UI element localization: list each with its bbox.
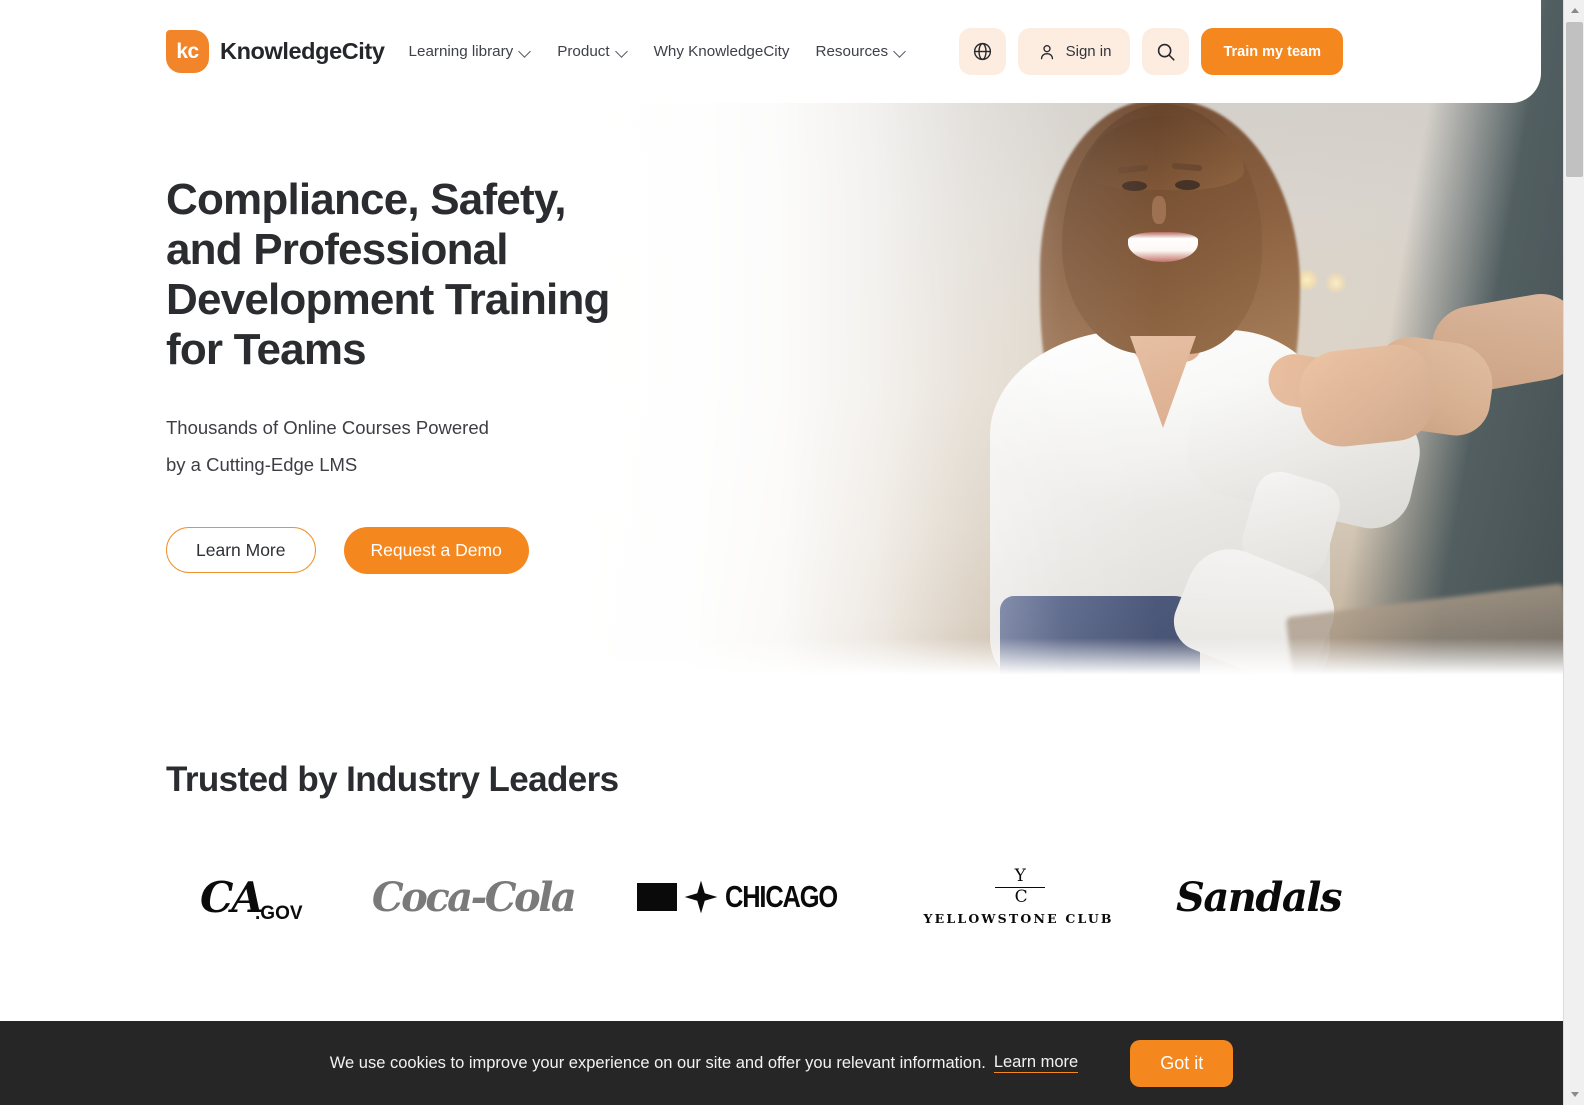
request-demo-button[interactable]: Request a Demo — [343, 527, 529, 574]
nav-label: Why KnowledgeCity — [653, 43, 790, 60]
chicago-logo-text: CHICAGO — [724, 879, 838, 914]
main-navigation: Learning library Product Why KnowledgeCi… — [409, 43, 907, 60]
cookie-accept-button[interactable]: Got it — [1130, 1039, 1234, 1087]
sandals-logo-text: Sandals — [1175, 873, 1343, 921]
scrollbar-thumb[interactable] — [1566, 22, 1583, 177]
nav-item-resources[interactable]: Resources — [815, 43, 906, 60]
search-button[interactable] — [1142, 28, 1190, 75]
language-selector-button[interactable] — [958, 28, 1006, 75]
train-my-team-button[interactable]: Train my team — [1201, 28, 1343, 75]
yellowstone-mark-bottom: C — [1014, 887, 1028, 907]
learn-more-button[interactable]: Learn More — [166, 527, 316, 573]
ca-gov-logo: CA.GOV — [200, 862, 310, 932]
cookie-message: We use cookies to improve your experienc… — [329, 1053, 986, 1072]
chevron-down-icon — [520, 46, 531, 57]
cookie-learn-more-link[interactable]: Learn more — [993, 1053, 1079, 1073]
sandals-logo: Sandals — [1175, 862, 1343, 932]
nav-item-product[interactable]: Product — [557, 43, 627, 60]
nav-label: Learning library — [408, 43, 514, 60]
nav-label: Product — [557, 43, 610, 60]
chicago-logo: CHICAGO — [636, 862, 862, 932]
brand-logo[interactable]: kc KnowledgeCity — [166, 30, 385, 73]
sign-in-button[interactable]: Sign in — [1017, 28, 1131, 75]
brand-name: KnowledgeCity — [220, 38, 385, 64]
hero-cta-group: Learn More Request a Demo — [166, 527, 610, 574]
kc-logo-icon: kc — [166, 30, 209, 73]
yellowstone-monogram-icon: Y C — [989, 868, 1049, 908]
page-root: kc KnowledgeCity Learning library Produc… — [0, 0, 1584, 1105]
chevron-down-icon — [617, 46, 628, 57]
coca-cola-logo: Coca-Cola — [371, 862, 577, 932]
user-icon — [1040, 44, 1053, 59]
hero-bottom-fade — [0, 638, 1563, 678]
nav-item-why-knowledgecity[interactable]: Why KnowledgeCity — [654, 43, 790, 60]
hero-subtitle: Thousands of Online Courses Powered by a… — [166, 417, 489, 475]
chicago-star-icon — [684, 880, 717, 914]
scroll-down-button[interactable] — [1564, 1084, 1584, 1105]
cookie-consent-bar: We use cookies to improve your experienc… — [0, 1021, 1563, 1105]
yellowstone-mark-top: Y — [1014, 866, 1026, 886]
chevron-down-icon — [1570, 1092, 1579, 1097]
hero-content: Compliance, Safety, and Professional Dev… — [166, 175, 610, 574]
chevron-down-icon — [895, 46, 906, 57]
client-logo-row: CA.GOV Coca-Cola CHICAGO Y C YELLOWSTONE… — [0, 862, 1541, 932]
trusted-title: Trusted by Industry Leaders — [166, 760, 619, 799]
scroll-up-button[interactable] — [1564, 0, 1584, 21]
site-header: kc KnowledgeCity Learning library Produc… — [0, 0, 1541, 103]
coca-cola-logo-text: Coca-Cola — [371, 873, 577, 921]
sign-in-label: Sign in — [1065, 43, 1112, 60]
globe-icon — [973, 42, 991, 61]
trusted-section: Trusted by Industry Leaders CA.GOV Coca-… — [0, 760, 1541, 932]
nav-item-learning-library[interactable]: Learning library — [409, 43, 532, 60]
chevron-up-icon — [1570, 8, 1579, 13]
yellowstone-club-logo: Y C YELLOWSTONE CLUB — [924, 862, 1114, 932]
chicago-square-icon — [636, 883, 677, 911]
nav-label: Resources — [815, 43, 889, 60]
yellowstone-club-logo-text: YELLOWSTONE CLUB — [923, 911, 1114, 926]
header-actions: Sign in Train my team — [958, 28, 1343, 75]
ca-gov-logo-text: CA — [200, 872, 264, 922]
page-scrollbar[interactable] — [1563, 0, 1584, 1105]
hero-title: Compliance, Safety, and Professional Dev… — [166, 175, 610, 374]
search-icon — [1157, 43, 1175, 61]
ca-gov-logo-suffix: .GOV — [255, 902, 303, 924]
